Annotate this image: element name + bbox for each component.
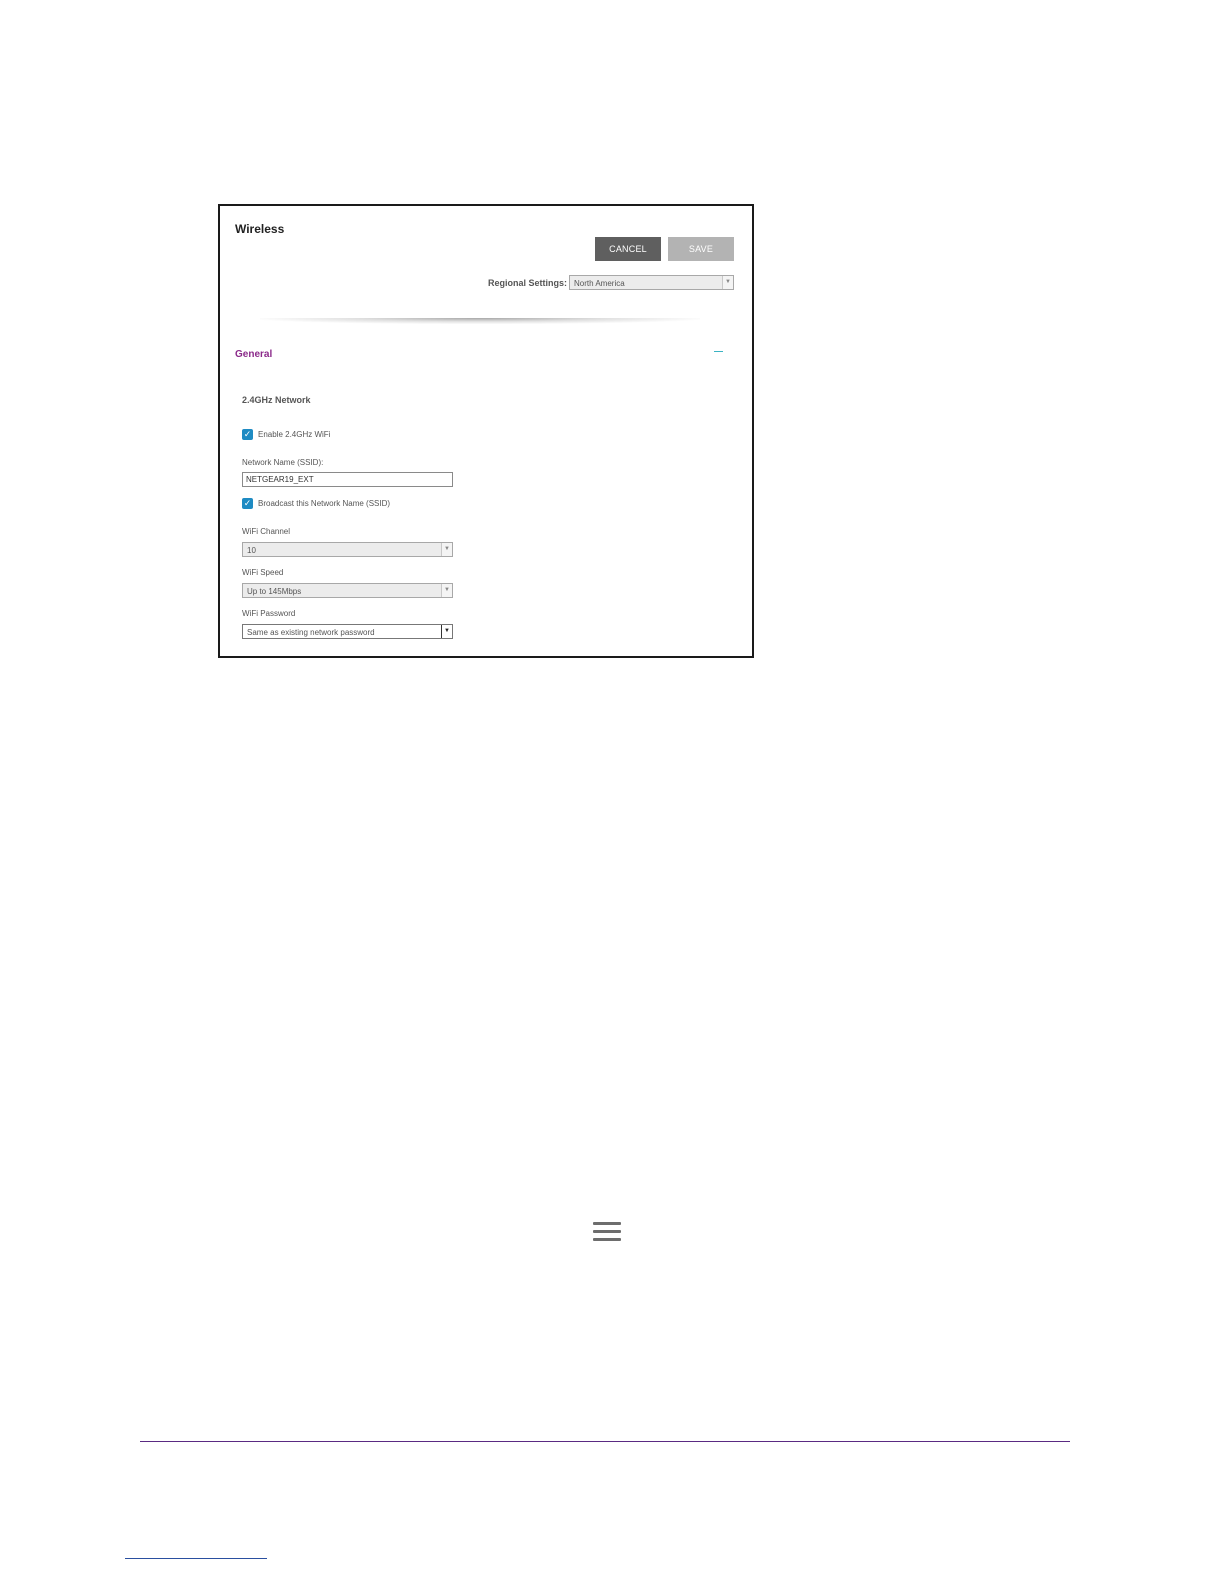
footer-divider [140, 1441, 1070, 1442]
broadcast-ssid-row[interactable]: ✓ Broadcast this Network Name (SSID) [242, 498, 390, 510]
section-divider [260, 318, 700, 324]
ssid-label: Network Name (SSID): [242, 458, 324, 467]
chevron-down-icon: ▼ [441, 543, 452, 556]
chevron-down-icon: ▼ [441, 625, 452, 638]
enable-24ghz-wifi-label: Enable 2.4GHz WiFi [258, 430, 331, 439]
chevron-down-icon: ▼ [441, 584, 452, 597]
regional-settings-label: Regional Settings: [487, 278, 567, 288]
wifi-password-label: WiFi Password [242, 609, 296, 618]
broadcast-ssid-label: Broadcast this Network Name (SSID) [258, 499, 391, 508]
wifi-channel-label: WiFi Channel [242, 527, 291, 536]
regional-settings-select[interactable]: North America ▼ [569, 275, 734, 290]
wireless-settings-panel: Wireless CANCEL SAVE Regional Settings: … [218, 204, 754, 658]
save-button[interactable]: SAVE [668, 237, 734, 261]
cancel-button[interactable]: CANCEL [595, 237, 661, 261]
ssid-input[interactable]: NETGEAR19_EXT [242, 472, 453, 487]
wifi-speed-select[interactable]: Up to 145Mbps ▼ [242, 583, 453, 598]
hamburger-menu-icon[interactable] [593, 1222, 621, 1244]
regional-settings-value: North America [574, 279, 625, 288]
general-section-heading: General [235, 349, 273, 360]
minus-icon[interactable] [714, 351, 723, 353]
wifi-speed-label: WiFi Speed [242, 568, 284, 577]
wifi-password-select[interactable]: Same as existing network password ▼ [242, 624, 453, 639]
footer-link-underline [125, 1558, 267, 1559]
chevron-down-icon: ▼ [722, 276, 733, 289]
enable-24ghz-wifi-row[interactable]: ✓ Enable 2.4GHz WiFi [242, 429, 330, 441]
checkbox-checked-icon[interactable]: ✓ [242, 498, 253, 509]
wifi-channel-value: 10 [247, 546, 256, 555]
page-title: Wireless [235, 222, 285, 236]
wifi-password-value: Same as existing network password [247, 628, 375, 637]
checkbox-checked-icon[interactable]: ✓ [242, 429, 253, 440]
wifi-channel-select[interactable]: 10 ▼ [242, 542, 453, 557]
network-24-heading: 2.4GHz Network [242, 395, 311, 405]
wifi-speed-value: Up to 145Mbps [247, 587, 302, 596]
